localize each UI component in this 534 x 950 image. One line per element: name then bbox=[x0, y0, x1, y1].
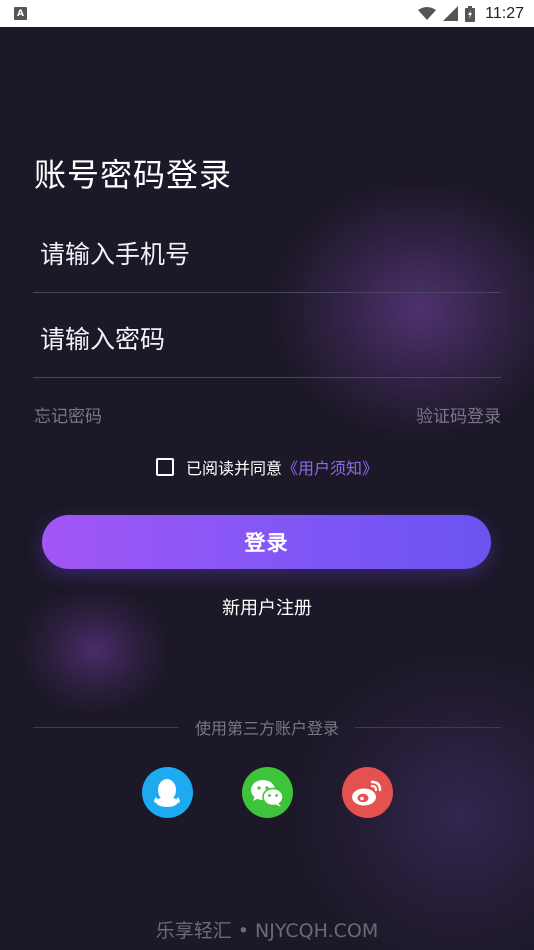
watermark-text: 乐享轻汇 • NJYCQH.COM bbox=[155, 920, 379, 942]
status-time: 11:27 bbox=[485, 4, 524, 22]
wifi-icon bbox=[418, 6, 437, 20]
phone-input[interactable] bbox=[33, 240, 508, 269]
social-login-row bbox=[0, 767, 534, 818]
wechat-login-button[interactable] bbox=[241, 767, 293, 818]
third-party-divider: 使用第三方账户登录 bbox=[33, 715, 502, 739]
qq-login-button[interactable] bbox=[141, 767, 193, 818]
qq-icon bbox=[154, 778, 180, 807]
register-link[interactable]: 新用户注册 bbox=[0, 594, 534, 620]
status-bar: A 11:27 bbox=[0, 0, 534, 27]
login-screen: A 11:27 账号密码登录 忘记密码 验证码登录 bbox=[0, 0, 534, 950]
divider bbox=[355, 726, 502, 728]
login-button[interactable]: 登录 bbox=[42, 515, 491, 569]
user-terms-link[interactable]: 《用户须知》 bbox=[282, 455, 378, 479]
sms-login-link[interactable]: 验证码登录 bbox=[416, 402, 501, 427]
cell-signal-icon bbox=[443, 6, 459, 21]
password-input[interactable] bbox=[33, 325, 508, 354]
background-glow bbox=[270, 180, 534, 440]
password-field-container bbox=[33, 325, 508, 378]
forgot-password-link[interactable]: 忘记密码 bbox=[34, 402, 102, 427]
agreement-checkbox[interactable] bbox=[155, 458, 174, 476]
phone-field-container bbox=[33, 240, 508, 293]
weibo-login-button[interactable] bbox=[341, 767, 393, 818]
status-indicators: 11:27 bbox=[418, 5, 524, 23]
agreement-text: 已阅读并同意 bbox=[185, 459, 282, 478]
battery-icon bbox=[465, 5, 476, 22]
weibo-icon bbox=[352, 780, 382, 805]
divider bbox=[33, 726, 179, 728]
auxiliary-links: 忘记密码 验证码登录 bbox=[34, 402, 501, 427]
wechat-icon bbox=[251, 779, 284, 807]
agreement-row: 已阅读并同意 《用户须知》 bbox=[0, 455, 534, 479]
page-title: 账号密码登录 bbox=[34, 156, 233, 194]
third-party-label: 使用第三方账户登录 bbox=[195, 719, 340, 738]
app-notification-icon: A bbox=[14, 7, 27, 20]
